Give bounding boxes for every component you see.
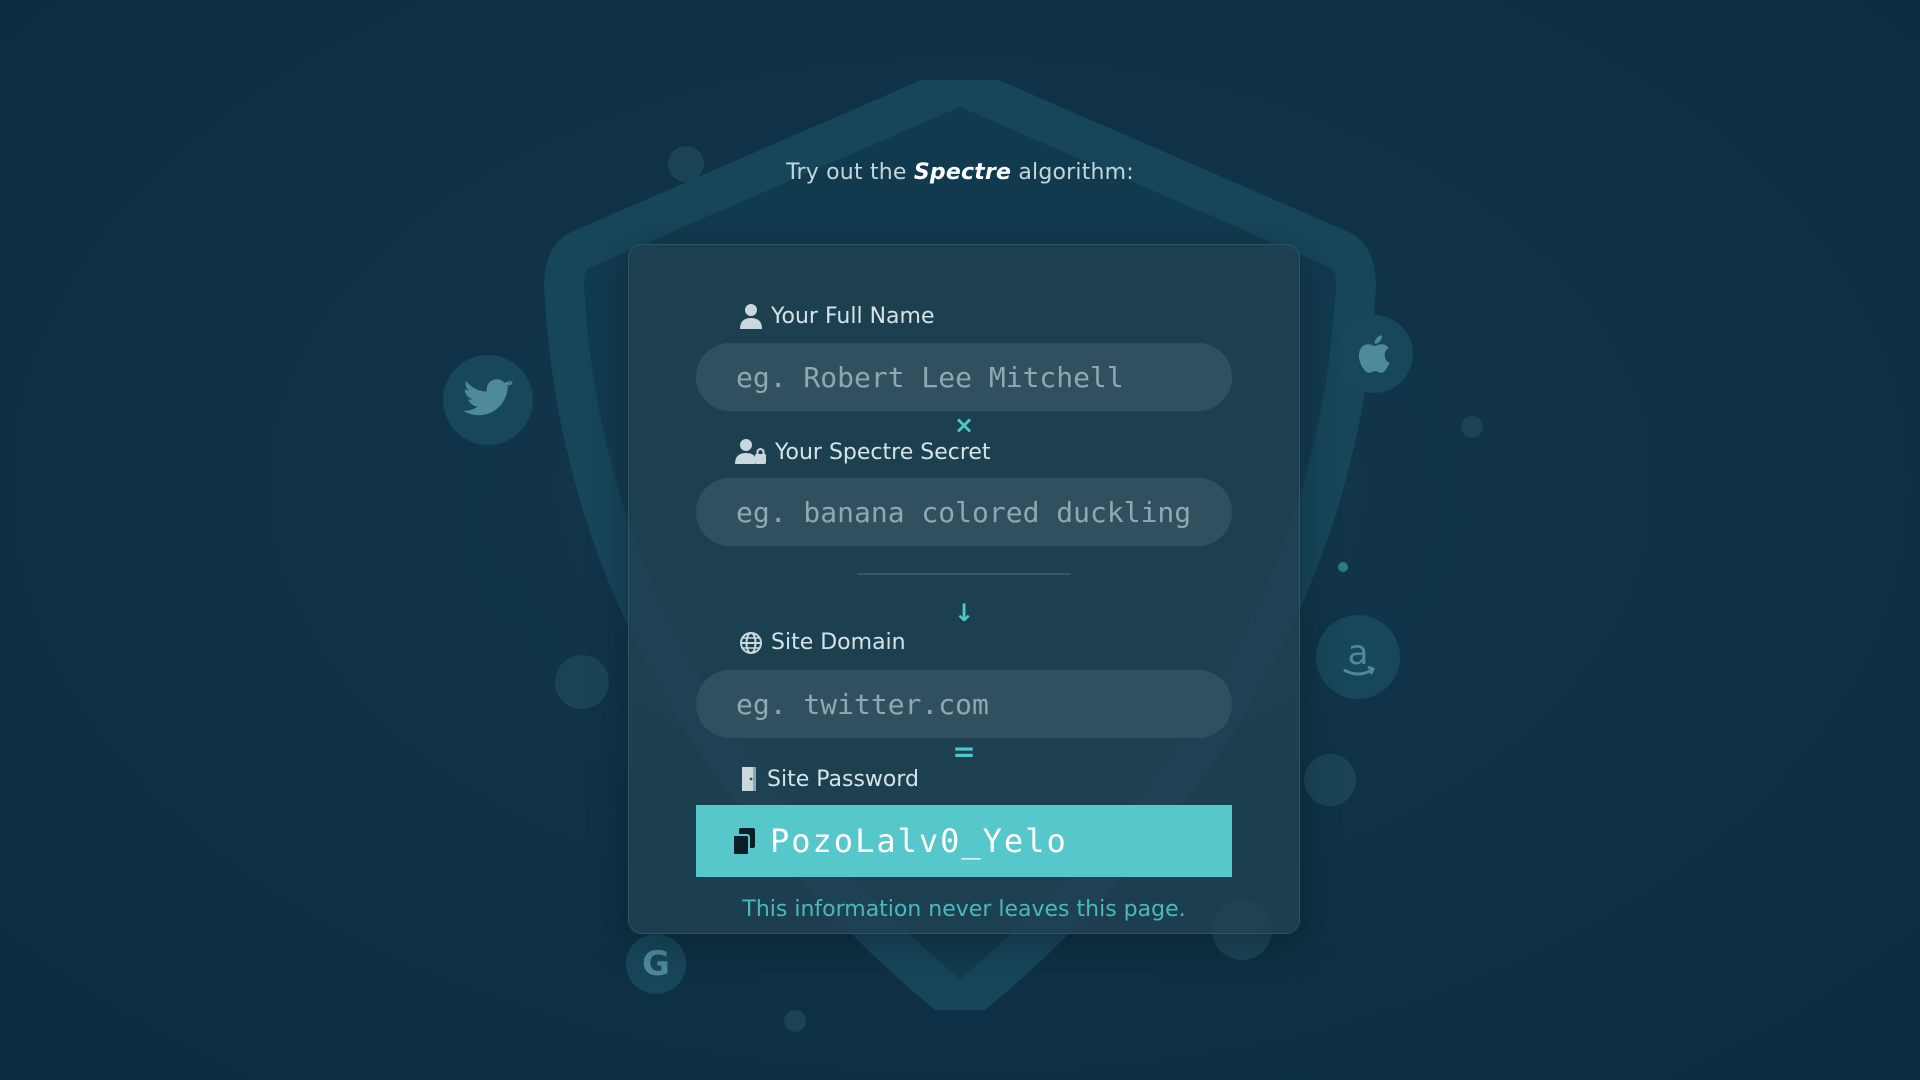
amazon-icon: a: [1343, 634, 1375, 676]
svg-text:G: G: [642, 944, 670, 984]
site-domain-label: Site Domain: [739, 630, 906, 655]
copy-icon[interactable]: [730, 826, 760, 856]
apple-badge: [1335, 315, 1413, 393]
door-icon: [742, 767, 756, 791]
amazon-badge: a: [1316, 615, 1400, 699]
tagline: Try out the Spectre algorithm:: [0, 160, 1920, 185]
divider: [857, 573, 1071, 575]
tagline-suffix: algorithm:: [1018, 160, 1134, 185]
arrow-down-icon: ↓: [953, 599, 975, 627]
decor-dot: [1461, 416, 1483, 438]
site-domain-input[interactable]: [696, 670, 1232, 738]
user-lock-icon: [735, 439, 766, 464]
equals-operator: =: [952, 735, 976, 768]
twitter-icon: [463, 379, 513, 416]
full-name-input[interactable]: [696, 343, 1232, 411]
google-icon: G: [642, 944, 670, 984]
times-operator: ×: [953, 411, 975, 439]
site-password-output[interactable]: PozoLalv0_Yelo: [696, 805, 1232, 877]
site-password-value: PozoLalv0_Yelo: [770, 822, 1068, 860]
decor-dot: [1304, 754, 1356, 806]
secret-label: Your Spectre Secret: [735, 438, 991, 466]
tagline-prefix: Try out the: [786, 160, 907, 185]
decor-dot: [1338, 562, 1348, 572]
tagline-brand: Spectre: [913, 160, 1012, 185]
secret-label-text: Your Spectre Secret: [775, 439, 991, 465]
globe-icon: [740, 631, 762, 654]
full-name-label: Your Full Name: [739, 303, 934, 329]
svg-text:a: a: [1348, 634, 1369, 673]
secret-input[interactable]: [696, 478, 1232, 546]
site-domain-label-text: Site Domain: [771, 630, 906, 655]
spectre-form-card: Your Full Name × Your Spectre Secret ↓ S…: [628, 244, 1300, 934]
site-password-label-text: Site Password: [767, 766, 919, 792]
decor-dot: [555, 655, 609, 709]
privacy-note: This information never leaves this page.: [742, 897, 1186, 922]
apple-icon: [1358, 335, 1390, 373]
site-password-label: Site Password: [739, 765, 919, 793]
google-badge: G: [626, 934, 686, 994]
decor-dot: [784, 1010, 806, 1032]
twitter-badge: [443, 355, 533, 445]
full-name-label-text: Your Full Name: [771, 303, 935, 329]
user-icon: [740, 304, 762, 329]
